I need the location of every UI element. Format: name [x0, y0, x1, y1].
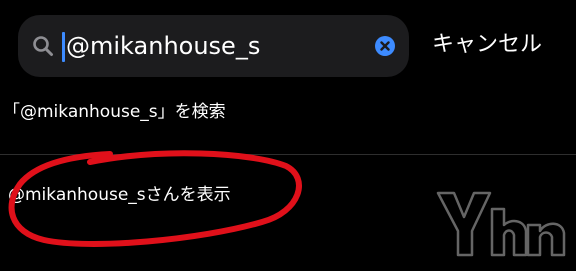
text-cursor — [62, 32, 65, 62]
clear-x-icon — [380, 41, 390, 51]
clear-search-button[interactable] — [375, 36, 395, 56]
search-input[interactable]: @mikanhouse_s — [66, 29, 260, 63]
search-suggestion-item[interactable]: 「@mikanhouse_s」を検索 — [3, 99, 226, 125]
search-bar[interactable]: @mikanhouse_s — [18, 15, 409, 77]
profile-suggestion-item[interactable]: @mikanhouse_sさんを表示 — [8, 182, 231, 208]
watermark-logo — [436, 191, 566, 257]
list-divider — [0, 154, 576, 155]
cancel-button[interactable]: キャンセル — [432, 30, 542, 60]
search-icon — [32, 35, 54, 57]
